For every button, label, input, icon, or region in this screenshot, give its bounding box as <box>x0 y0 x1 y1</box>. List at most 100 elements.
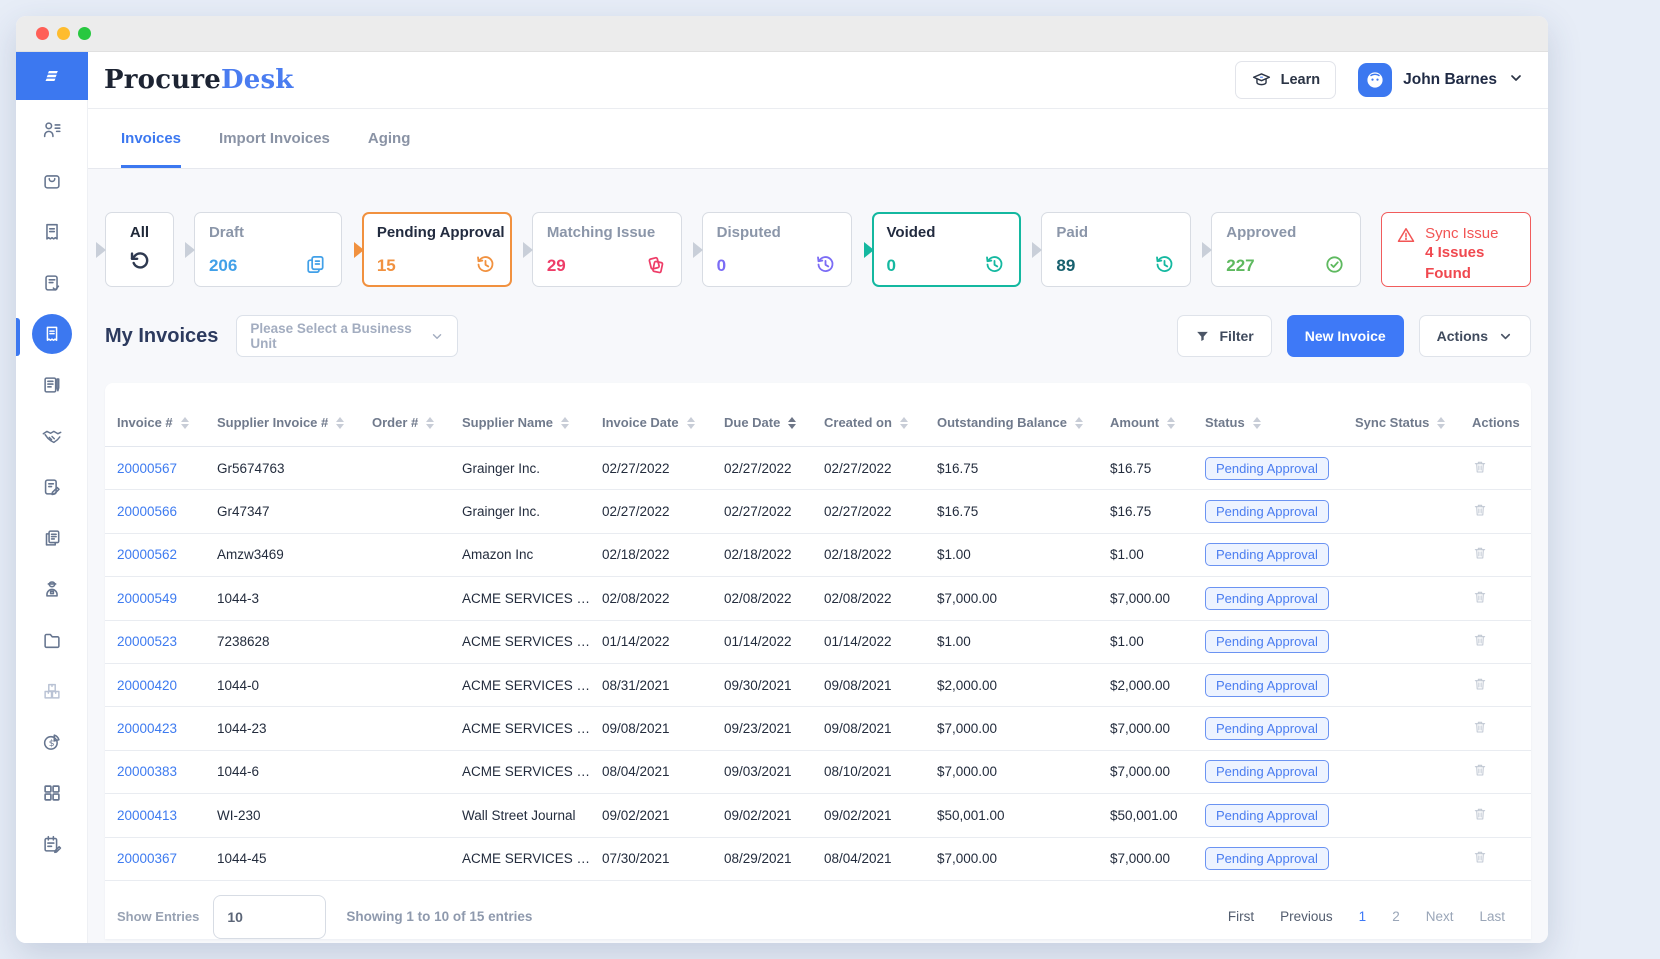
invoice-number-link[interactable]: 20000367 <box>117 851 177 866</box>
invoice-number-link[interactable]: 20000549 <box>117 591 177 606</box>
invoice-number-link[interactable]: 20000413 <box>117 808 177 823</box>
column-header-amount[interactable]: Amount <box>1110 415 1205 430</box>
table-row: 20000367 1044-45 ACME SERVICES LLC 07/30… <box>105 838 1531 881</box>
status-card-all[interactable]: All <box>105 212 174 287</box>
cell-supplier-name: ACME SERVICES LLC <box>462 634 602 649</box>
cell-invoice-date: 02/18/2022 <box>602 547 724 562</box>
sort-icon[interactable] <box>181 417 189 429</box>
pagination-2[interactable]: 2 <box>1392 909 1400 924</box>
column-header-invoice[interactable]: Invoice # <box>117 415 217 430</box>
cell-amount: $2,000.00 <box>1110 678 1205 693</box>
folder-icon[interactable] <box>41 629 63 651</box>
column-header-order[interactable]: Order # <box>372 415 462 430</box>
handshake-icon[interactable] <box>41 425 63 447</box>
status-card-voided[interactable]: Voided 0 <box>872 212 1022 287</box>
column-header-created-on[interactable]: Created on <box>824 415 937 430</box>
column-header-invoice-date[interactable]: Invoice Date <box>602 415 724 430</box>
sort-icon[interactable] <box>900 417 908 429</box>
invoice-number-link[interactable]: 20000562 <box>117 547 177 562</box>
status-card-sync-issue[interactable]: Sync Issue 4 Issues Found <box>1381 212 1531 287</box>
cell-invoice-date: 02/27/2022 <box>602 461 724 476</box>
minimize-button[interactable] <box>57 27 70 40</box>
close-button[interactable] <box>36 27 49 40</box>
learn-button[interactable]: Learn <box>1235 61 1337 99</box>
invoice-number-link[interactable]: 20000523 <box>117 634 177 649</box>
actions-button[interactable]: Actions <box>1419 315 1531 357</box>
delete-icon[interactable] <box>1472 849 1488 865</box>
status-card-approved[interactable]: Approved 227 <box>1211 212 1361 287</box>
pagination-last[interactable]: Last <box>1479 909 1505 924</box>
pages-icon[interactable] <box>41 527 63 549</box>
delete-icon[interactable] <box>1472 589 1488 605</box>
invoice-number-link[interactable]: 20000423 <box>117 721 177 736</box>
column-label: Invoice Date <box>602 415 679 430</box>
sidebar-active-indicator <box>16 318 20 356</box>
delete-icon[interactable] <box>1472 676 1488 692</box>
sort-icon[interactable] <box>1075 417 1083 429</box>
sort-icon[interactable] <box>561 417 569 429</box>
zoom-button[interactable] <box>78 27 91 40</box>
invoice-number-link[interactable]: 20000567 <box>117 461 177 476</box>
apps-grid-icon[interactable] <box>41 782 63 804</box>
status-card-disputed[interactable]: Disputed 0 <box>702 212 852 287</box>
calendar-tasks-icon[interactable] <box>41 833 63 855</box>
budget-pie-icon[interactable]: $ <box>41 731 63 753</box>
new-invoice-button[interactable]: New Invoice <box>1287 315 1404 357</box>
document-check-icon[interactable] <box>41 272 63 294</box>
entries-count-input[interactable] <box>213 895 326 939</box>
column-header-due-date[interactable]: Due Date <box>724 415 824 430</box>
shopping-bag-icon[interactable] <box>41 170 63 192</box>
cell-outstanding-balance: $50,001.00 <box>937 808 1110 823</box>
tab-import-invoices[interactable]: Import Invoices <box>219 109 330 168</box>
sort-icon[interactable] <box>788 417 796 429</box>
invoice-number-link[interactable]: 20000420 <box>117 678 177 693</box>
delete-icon[interactable] <box>1472 502 1488 518</box>
sort-icon[interactable] <box>687 417 695 429</box>
inventory-boxes-icon[interactable] <box>41 680 63 702</box>
invoices-icon[interactable] <box>32 314 72 354</box>
delete-icon[interactable] <box>1472 806 1488 822</box>
status-card-paid[interactable]: Paid 89 <box>1041 212 1191 287</box>
invoice-number-link[interactable]: 20000566 <box>117 504 177 519</box>
document-edit-icon[interactable] <box>41 476 63 498</box>
sort-icon[interactable] <box>336 417 344 429</box>
sort-icon[interactable] <box>426 417 434 429</box>
vendor-icon[interactable] <box>41 578 63 600</box>
status-card-pending-approval[interactable]: Pending Approval 15 <box>362 212 512 287</box>
pagination-next[interactable]: Next <box>1426 909 1454 924</box>
sidebar-logo[interactable] <box>16 52 88 100</box>
delete-icon[interactable] <box>1472 719 1488 735</box>
column-header-sync-status[interactable]: Sync Status <box>1355 415 1472 430</box>
pagination-previous[interactable]: Previous <box>1280 909 1333 924</box>
cell-amount: $1.00 <box>1110 547 1205 562</box>
pagination-1[interactable]: 1 <box>1359 909 1367 924</box>
delete-icon[interactable] <box>1472 545 1488 561</box>
delete-icon[interactable] <box>1472 632 1488 648</box>
clipboard-pen-icon[interactable] <box>41 374 63 396</box>
cell-invoice-date: 08/04/2021 <box>602 764 724 779</box>
delete-icon[interactable] <box>1472 762 1488 778</box>
invoice-number-link[interactable]: 20000383 <box>117 764 177 779</box>
column-header-supplier-invoice[interactable]: Supplier Invoice # <box>217 415 372 430</box>
sort-icon[interactable] <box>1437 417 1445 429</box>
sort-icon[interactable] <box>1253 417 1261 429</box>
users-icon[interactable] <box>41 119 63 141</box>
column-header-supplier-name[interactable]: Supplier Name <box>462 415 602 430</box>
tab-invoices[interactable]: Invoices <box>121 109 181 168</box>
tab-aging[interactable]: Aging <box>368 109 411 168</box>
status-badge: Pending Approval <box>1205 500 1329 523</box>
column-header-outstanding-balance[interactable]: Outstanding Balance <box>937 415 1110 430</box>
user-menu[interactable]: John Barnes <box>1358 63 1524 97</box>
sort-icon[interactable] <box>1167 417 1175 429</box>
filter-button[interactable]: Filter <box>1177 315 1272 357</box>
status-card-draft[interactable]: Draft 206 <box>194 212 342 287</box>
pagination-first[interactable]: First <box>1228 909 1254 924</box>
delete-icon[interactable] <box>1472 459 1488 475</box>
cell-created-on: 09/08/2021 <box>824 721 937 736</box>
cell-supplier-invoice: 1044-0 <box>217 678 372 693</box>
receipts-icon[interactable] <box>41 221 63 243</box>
column-header-status[interactable]: Status <box>1205 415 1355 430</box>
column-header-actions[interactable]: Actions <box>1472 415 1535 430</box>
business-unit-select[interactable]: Please Select a Business Unit <box>236 315 458 357</box>
status-card-matching-issue[interactable]: Matching Issue 29 <box>532 212 682 287</box>
